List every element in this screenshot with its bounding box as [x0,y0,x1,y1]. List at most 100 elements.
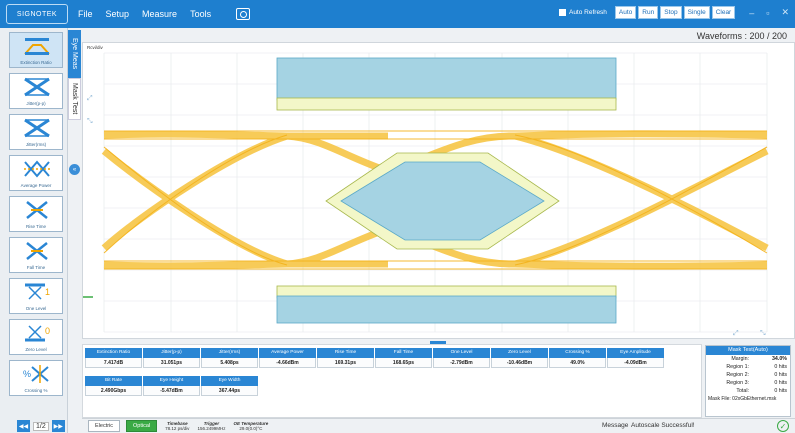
success-check-icon: ✓ [777,420,789,432]
next-page-button[interactable]: ▶▶ [51,420,65,432]
tool-label: Rise Time [25,224,46,229]
tool-jitter-rms[interactable]: Jitter(rms) [9,114,63,150]
logo-text: SIGNOTEK [16,10,58,18]
scale-label: Rcvi/div [87,45,103,50]
meas-eye-amplitude[interactable]: Eye Amplitude -4.09dBm [607,348,664,368]
waveform-count: Waveforms : 200 / 200 [696,31,787,41]
tab-eye-meas[interactable]: Eye Meas [68,30,81,78]
mask-test-title: Mask Test(Auto) [706,346,790,355]
meas-bit-rate[interactable]: Bit Rate 2.490Gbps [85,376,142,396]
page-indicator: 1/2 [33,421,49,431]
extinction-ratio-icon [24,38,50,55]
prev-page-button[interactable]: ◀◀ [17,420,30,432]
expand-icon: ⤢ [733,330,739,337]
menu-tools[interactable]: Tools [190,9,211,19]
minimize-icon[interactable]: – [749,8,754,18]
eye-diagram-display: Rcvi/div ⤢ ⤡ ⤢ ⤡ [82,42,795,339]
tool-average-power[interactable]: Average Power [9,155,63,191]
zero-level-icon: 0 [25,325,50,342]
timebase-info[interactable]: Timebase 78.12 ps/div [165,421,189,431]
single-button[interactable]: Single [683,6,710,19]
electric-button[interactable]: Electric [88,420,121,432]
tool-label: Crossing % [24,388,48,393]
menu-bar: File Setup Measure Tools [78,9,224,19]
shrink-icon: ⤡ [760,330,766,337]
oe-temperature-info: OE Temperature 29.0(0.0)°C [233,421,269,431]
tool-label: Zero Level [25,347,47,352]
meas-crossing[interactable]: Crossing % 49.0% [549,348,606,368]
jitter-rms-icon [24,118,50,138]
auto-refresh-checkbox[interactable]: Auto Refresh [558,9,607,16]
clear-button[interactable]: Clear [711,6,736,19]
jitter-pp-icon [24,77,50,97]
menu-setup[interactable]: Setup [106,9,130,19]
meas-fall-time[interactable]: Fall Time 168.65ps [375,348,432,368]
meas-jitter-pp[interactable]: Jitter(p-p) 31.051ps [143,348,200,368]
mask-region-bottom [276,295,617,324]
run-button[interactable]: Run [638,6,659,19]
tool-pager: ◀◀ 1/2 ▶▶ [17,420,65,432]
tool-label: Extinction Ratio [20,60,52,65]
auto-button[interactable]: Auto [614,6,637,19]
collapse-panel-icon[interactable]: « [69,164,80,175]
fall-time-icon [26,242,48,260]
mask-row: Region 1: 0 hits [726,364,787,370]
menu-measure[interactable]: Measure [142,9,177,19]
meas-one-level[interactable]: One Level -2.79dBm [433,348,490,368]
mask-test-panel: Mask Test(Auto) Margin: 34.0% Region 1: 0 … [705,345,791,417]
mask-region-top [276,57,617,101]
rise-time-icon [26,201,48,219]
tool-label: Jitter(rms) [25,142,47,147]
message-text: Autoscale Successful! [631,422,695,429]
run-controls: Auto Refresh Auto Run Stop Single Clear … [558,6,789,19]
mask-row: Margin: 34.0% [731,356,787,362]
mask-row: Total: 0 hits [736,388,787,394]
one-level-icon: 1 [25,283,50,300]
measurement-toolbar: Extinction Ratio Jitter(p-p) Jitter(rms)… [0,28,68,433]
meas-rise-time[interactable]: Rise Time 169.31ps [317,348,374,368]
status-bar: Electric Optical Timebase 78.12 ps/div Tr… [82,418,795,433]
meas-eye-width[interactable]: Eye Width 367.44ps [201,376,258,396]
mask-margin-top [276,97,617,111]
svg-text:0: 0 [45,326,50,336]
tool-jitter-pp[interactable]: Jitter(p-p) [9,73,63,109]
camera-icon[interactable] [236,8,251,20]
zoom-icon: ⤢ [87,95,93,102]
tool-fall-time[interactable]: Fall Time [9,237,63,273]
average-power-icon [24,160,50,178]
meas-average-power[interactable]: Average Power -4.66dBm [259,348,316,368]
auto-refresh-label: Auto Refresh [568,9,607,16]
tool-label: Fall Time [26,265,46,270]
app-logo: SIGNOTEK [6,4,68,24]
top-bar: SIGNOTEK File Setup Measure Tools Auto R… [0,0,795,28]
trigger-info[interactable]: Trigger 156.2499MHz [197,421,225,431]
message-label: Message [602,422,629,429]
tool-zero-level[interactable]: 0 Zero Level [9,319,63,355]
tool-rise-time[interactable]: Rise Time [9,196,63,232]
meas-eye-height[interactable]: Eye Height -5.47dBm [143,376,200,396]
mask-row: Region 3: 0 hits [726,380,787,386]
svg-text:1: 1 [45,287,50,297]
tab-mask-test[interactable]: Mask Test [68,78,81,120]
tool-one-level[interactable]: 1 One Level [9,278,63,314]
tool-extinction-ratio[interactable]: Extinction Ratio [9,32,63,68]
tool-label: Jitter(p-p) [26,101,46,106]
tool-crossing[interactable]: % Crossing % [9,360,63,396]
stop-button[interactable]: Stop [660,6,682,19]
checkbox-icon[interactable] [558,9,566,16]
crossing-icon: % [23,365,49,383]
tool-label: One Level [25,306,47,311]
tool-label: Average Power [20,183,52,188]
meas-zero-level[interactable]: Zero Level -10.46dBm [491,348,548,368]
close-icon[interactable]: ✕ [781,7,789,18]
optical-button[interactable]: Optical [126,420,158,432]
app-window: SIGNOTEK File Setup Measure Tools Auto R… [0,0,795,433]
eye-diagram-plot: ⤢ ⤡ ⤢ ⤡ [83,52,769,337]
maximize-icon[interactable]: ▫ [766,8,769,18]
meas-extinction-ratio[interactable]: Extinction Ratio 7.417dB [85,348,142,368]
menu-file[interactable]: File [78,9,93,19]
svg-text:%: % [23,369,31,379]
measurement-table: Extinction Ratio 7.417dB Jitter(p-p) 31.05… [82,344,702,418]
mask-row: Region 2: 0 hits [726,372,787,378]
meas-jitter-rms[interactable]: Jitter(rms) 5.408ps [201,348,258,368]
